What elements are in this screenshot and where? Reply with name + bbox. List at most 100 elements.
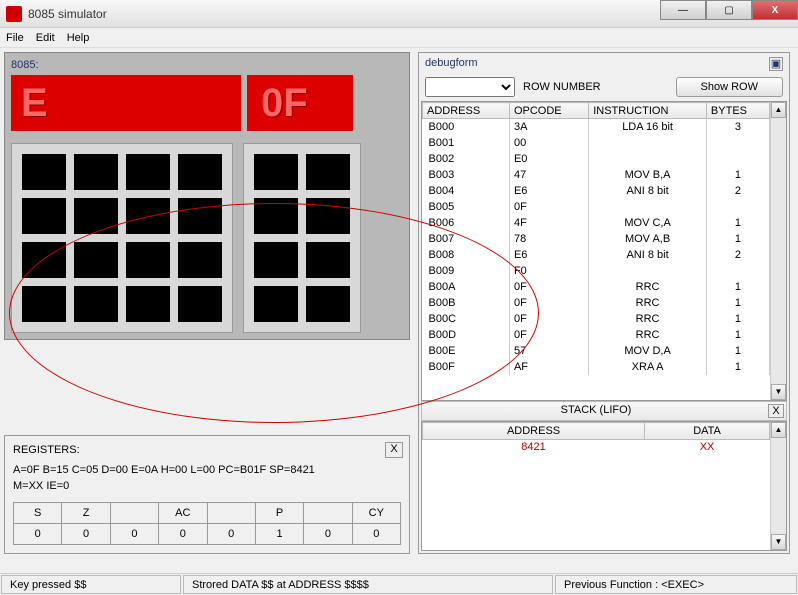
- keypad-key[interactable]: [306, 198, 350, 234]
- column-header[interactable]: ADDRESS: [423, 103, 510, 119]
- keypad-key[interactable]: [306, 286, 350, 322]
- keypad-key[interactable]: [22, 198, 66, 234]
- debug-title: debugform: [425, 57, 478, 71]
- table-row[interactable]: B00347MOV B,A1: [423, 167, 770, 183]
- keypad-key[interactable]: [74, 198, 118, 234]
- status-stored-data: Strored DATA $$ at ADDRESS $$$$: [183, 575, 553, 594]
- keypad-key[interactable]: [254, 154, 298, 190]
- keypad-key[interactable]: [178, 242, 222, 278]
- keypad-key[interactable]: [22, 286, 66, 322]
- keypad-key[interactable]: [178, 154, 222, 190]
- keypad-key[interactable]: [74, 154, 118, 190]
- table-row[interactable]: B00100: [423, 135, 770, 151]
- keypad-key[interactable]: [126, 198, 170, 234]
- table-row[interactable]: B0050F: [423, 199, 770, 215]
- flag-label: P: [255, 503, 303, 524]
- keypad-key[interactable]: [254, 242, 298, 278]
- column-header[interactable]: OPCODE: [509, 103, 588, 119]
- panel-label: 8085:: [11, 59, 403, 71]
- table-row[interactable]: 8421XX: [423, 440, 770, 455]
- keypad-key[interactable]: [126, 154, 170, 190]
- table-row[interactable]: B00D0FRRC1: [423, 327, 770, 343]
- keypad-key[interactable]: [22, 242, 66, 278]
- row-number-label: ROW NUMBER: [523, 81, 601, 93]
- flag-value: 1: [255, 524, 303, 545]
- keypad-key[interactable]: [22, 154, 66, 190]
- registers-line: A=0F B=15 C=05 D=00 E=0A H=00 L=00 PC=B0…: [13, 464, 401, 476]
- table-row[interactable]: B00B0FRRC1: [423, 295, 770, 311]
- scroll-down-icon[interactable]: ▼: [771, 384, 786, 400]
- table-row[interactable]: B00C0FRRC1: [423, 311, 770, 327]
- keypad-key[interactable]: [74, 242, 118, 278]
- window-title: 8085 simulator: [28, 7, 107, 21]
- table-row[interactable]: B0003ALDA 16 bit3: [423, 119, 770, 135]
- menu-help[interactable]: Help: [67, 32, 90, 44]
- flag-label: CY: [352, 503, 400, 524]
- keypad-hex: [11, 143, 233, 333]
- menu-file[interactable]: File: [6, 32, 24, 44]
- table-row[interactable]: B002E0: [423, 151, 770, 167]
- flag-value: 0: [159, 524, 207, 545]
- close-button[interactable]: X: [752, 0, 798, 20]
- menu-bar: File Edit Help: [0, 28, 798, 48]
- maximize-button[interactable]: ▢: [706, 0, 752, 20]
- scrollbar[interactable]: ▲ ▼: [770, 422, 786, 550]
- scroll-up-icon[interactable]: ▲: [771, 422, 786, 438]
- keypad-key[interactable]: [178, 286, 222, 322]
- flag-value: 0: [110, 524, 158, 545]
- flag-label: [207, 503, 255, 524]
- keypad-key[interactable]: [254, 286, 298, 322]
- debug-form-panel: debugform ▣ ROW NUMBER Show ROW ADDRESSO…: [418, 52, 790, 554]
- flag-value: 0: [14, 524, 62, 545]
- stack-header: STACK (LIFO) X: [421, 401, 787, 421]
- row-number-select[interactable]: [425, 77, 515, 97]
- flag-label: S: [14, 503, 62, 524]
- keypad-key[interactable]: [178, 198, 222, 234]
- flag-value: 0: [352, 524, 400, 545]
- keypad-key[interactable]: [126, 286, 170, 322]
- stack-table[interactable]: ADDRESSDATA 8421XX ▲ ▼: [421, 421, 787, 551]
- close-icon[interactable]: X: [768, 404, 784, 418]
- app-icon: [6, 6, 22, 22]
- led-display-data: 0F: [247, 75, 353, 131]
- keypad-key[interactable]: [306, 242, 350, 278]
- column-header[interactable]: DATA: [645, 423, 770, 440]
- keypad-key[interactable]: [74, 286, 118, 322]
- table-row[interactable]: B00FAFXRA A1: [423, 359, 770, 375]
- flag-value: 0: [62, 524, 110, 545]
- panel-icon[interactable]: ▣: [769, 57, 783, 71]
- status-key-pressed: Key pressed $$: [1, 575, 181, 594]
- keypad-key[interactable]: [126, 242, 170, 278]
- flag-value: 0: [207, 524, 255, 545]
- registers-panel: X REGISTERS: A=0F B=15 C=05 D=00 E=0A H=…: [4, 435, 410, 554]
- table-row[interactable]: B00778MOV A,B1: [423, 231, 770, 247]
- table-row[interactable]: B00E57MOV D,A1: [423, 343, 770, 359]
- scroll-down-icon[interactable]: ▼: [771, 534, 786, 550]
- table-row[interactable]: B00A0FRRC1: [423, 279, 770, 295]
- table-row[interactable]: B004E6ANI 8 bit2: [423, 183, 770, 199]
- led-display-address: E: [11, 75, 241, 131]
- table-row[interactable]: B009F0: [423, 263, 770, 279]
- title-bar: 8085 simulator — ▢ X: [0, 0, 798, 28]
- keypad-key[interactable]: [306, 154, 350, 190]
- registers-line: M=XX IE=0: [13, 480, 401, 492]
- column-header[interactable]: ADDRESS: [423, 423, 645, 440]
- keypad-key[interactable]: [254, 198, 298, 234]
- registers-header: REGISTERS:: [13, 444, 401, 456]
- display-keypad-panel: 8085: E 0F: [4, 52, 410, 340]
- scrollbar[interactable]: ▲ ▼: [770, 102, 786, 400]
- memory-table[interactable]: ADDRESSOPCODEINSTRUCTIONBYTES B0003ALDA …: [421, 101, 787, 401]
- keypad-control: [243, 143, 361, 333]
- column-header[interactable]: BYTES: [706, 103, 769, 119]
- flags-table: SZACPCY 00000100: [13, 502, 401, 545]
- menu-edit[interactable]: Edit: [36, 32, 55, 44]
- flag-label: Z: [62, 503, 110, 524]
- minimize-button[interactable]: —: [660, 0, 706, 20]
- column-header[interactable]: INSTRUCTION: [589, 103, 707, 119]
- table-row[interactable]: B0064FMOV C,A1: [423, 215, 770, 231]
- close-icon[interactable]: X: [385, 442, 403, 458]
- show-row-button[interactable]: Show ROW: [676, 77, 783, 97]
- flag-label: [304, 503, 352, 524]
- scroll-up-icon[interactable]: ▲: [771, 102, 786, 118]
- table-row[interactable]: B008E6ANI 8 bit2: [423, 247, 770, 263]
